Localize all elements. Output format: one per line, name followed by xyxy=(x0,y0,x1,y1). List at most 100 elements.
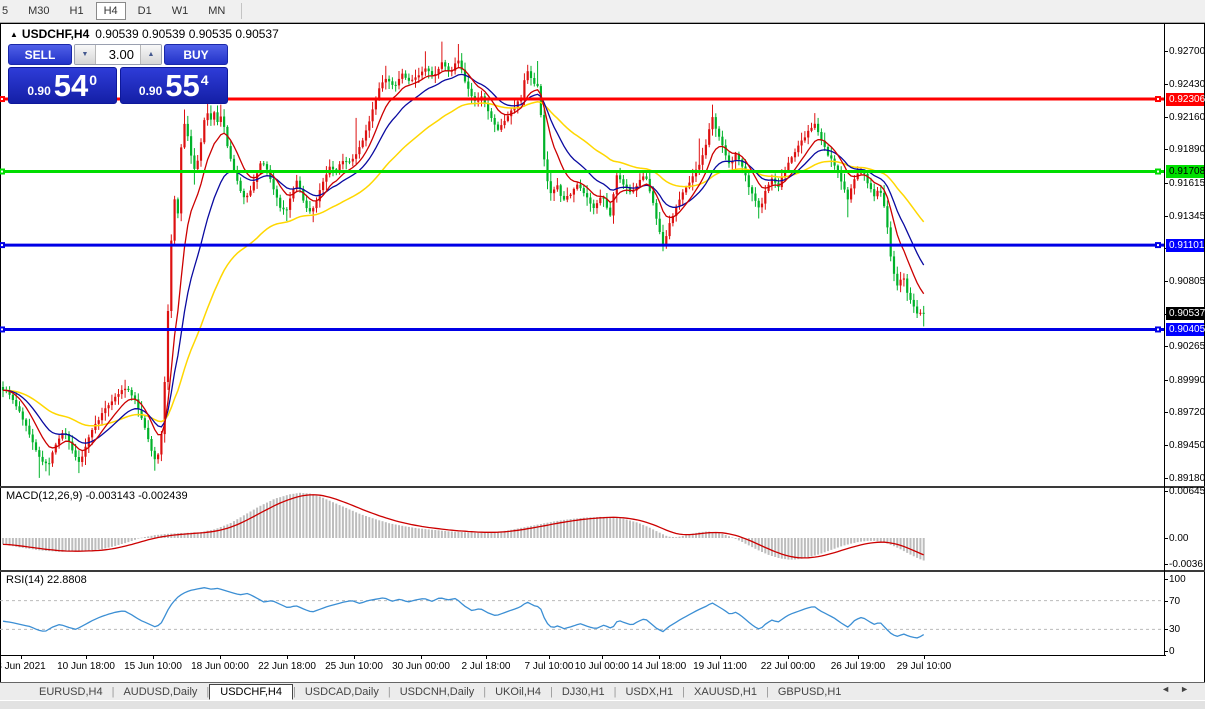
timeframe-button-5[interactable]: 5 xyxy=(0,2,16,20)
price-tick-label: 0.92430 xyxy=(1169,79,1205,90)
buy-button[interactable]: BUY xyxy=(164,44,228,65)
time-axis-tick xyxy=(549,656,550,659)
axis-tick xyxy=(1164,51,1168,52)
axis-tick xyxy=(1164,564,1168,565)
axis-tick xyxy=(1164,149,1168,150)
axis-tick xyxy=(1164,478,1168,479)
chart-tab-xauusd[interactable]: XAUUSD,H1 xyxy=(685,685,766,699)
timeframe-toolbar: 5M30 H1H4D1W1MN xyxy=(0,0,1205,23)
price-tick-label: 0.89180 xyxy=(1169,473,1205,484)
axis-tick xyxy=(1164,579,1168,580)
time-axis-label: 15 Jun 10:00 xyxy=(124,661,182,672)
price-level-badge: 0.91101 xyxy=(1166,239,1204,252)
time-axis-label: 2 Jul 18:00 xyxy=(462,661,511,672)
sell-price-display[interactable]: 0.90 54 0 xyxy=(8,67,117,104)
macd-tick-label: -0.0036 xyxy=(1169,559,1205,570)
axis-tick xyxy=(1164,216,1168,217)
one-click-collapse-icon[interactable]: ▲ xyxy=(10,30,18,39)
axis-tick xyxy=(1164,380,1168,381)
chart-tab-bar: EURUSD,H4|AUDUSD,Daily|USDCHF,H4|USDCAD,… xyxy=(0,682,1205,700)
time-axis-tick xyxy=(421,656,422,659)
time-axis-label: 22 Jun 18:00 xyxy=(258,661,316,672)
time-axis-label: 14 Jul 18:00 xyxy=(632,661,687,672)
axis-tick xyxy=(1164,601,1168,602)
volume-increase-button[interactable]: ▲ xyxy=(140,45,161,64)
chart-tab-usdcad[interactable]: USDCAD,Daily xyxy=(296,685,388,699)
time-axis-tick xyxy=(602,656,603,659)
time-axis-label: 30 Jun 00:00 xyxy=(392,661,450,672)
rsi-label: RSI(14) 22.8808 xyxy=(6,574,87,586)
axis-tick xyxy=(1164,491,1168,492)
time-axis-label: 22 Jul 00:00 xyxy=(761,661,816,672)
axis-tick xyxy=(1164,651,1168,652)
time-axis-label: 29 Jul 10:00 xyxy=(897,661,952,672)
time-axis-label: 25 Jun 10:00 xyxy=(325,661,383,672)
timeframe-button-mn[interactable]: MN xyxy=(200,2,233,20)
rsi-tick-label: 30 xyxy=(1169,624,1205,635)
volume-input[interactable]: 3.00 xyxy=(96,45,140,64)
rsi-tick-label: 0 xyxy=(1169,646,1205,657)
tab-scroll-right-icon[interactable]: ► xyxy=(1180,684,1199,694)
price-tick-label: 0.92160 xyxy=(1169,112,1205,123)
time-axis-tick xyxy=(86,656,87,659)
time-axis-tick xyxy=(287,656,288,659)
chart-title: ▲ USDCHF,H4 0.90539 0.90539 0.90535 0.9053… xyxy=(10,27,279,41)
rsi-tick-label: 70 xyxy=(1169,596,1205,607)
ohlc-values: 0.90539 0.90539 0.90535 0.90537 xyxy=(95,27,279,41)
timeframe-button-w1[interactable]: W1 xyxy=(164,2,197,20)
chart-tab-eurusd[interactable]: EURUSD,H4 xyxy=(30,685,112,699)
axis-tick xyxy=(1164,183,1168,184)
time-axis-label: 10 Jun 18:00 xyxy=(57,661,115,672)
axis-tick xyxy=(1164,445,1168,446)
price-tick-label: 0.91345 xyxy=(1169,211,1205,222)
status-strip xyxy=(0,700,1205,709)
price-level-badge: 0.90405 xyxy=(1166,323,1204,336)
chart-tab-dj30[interactable]: DJ30,H1 xyxy=(553,685,614,699)
time-axis-tick xyxy=(153,656,154,659)
sell-price-prefix: 0.90 xyxy=(27,84,50,98)
buy-price-display[interactable]: 0.90 55 4 xyxy=(120,67,229,104)
buy-price-prefix: 0.90 xyxy=(139,84,162,98)
chart-tab-usdchf[interactable]: USDCHF,H4 xyxy=(209,684,293,700)
volume-decrease-button[interactable]: ▼ xyxy=(75,45,96,64)
chart-tab-usdcnh[interactable]: USDCNH,Daily xyxy=(391,685,484,699)
macd-tick-label: 0.006455 xyxy=(1169,486,1205,497)
chart-tab-audusd[interactable]: AUDUSD,Daily xyxy=(114,685,206,699)
rsi-tick-label: 100 xyxy=(1169,574,1205,585)
toolbar-separator xyxy=(241,3,242,19)
time-axis-tick xyxy=(924,656,925,659)
price-level-badge: 0.91708 xyxy=(1166,165,1204,178)
chart-tab-usdx[interactable]: USDX,H1 xyxy=(616,685,682,699)
rsi-pane[interactable] xyxy=(0,572,1164,656)
axis-tick xyxy=(1164,538,1168,539)
price-tick-label: 0.91890 xyxy=(1169,144,1205,155)
chart-tab-gbpusd[interactable]: GBPUSD,H1 xyxy=(769,685,851,699)
buy-price-pips: 55 xyxy=(165,71,199,101)
timeframe-button-h4[interactable]: H4 xyxy=(96,2,126,20)
chart-tab-ukoil[interactable]: UKOil,H4 xyxy=(486,685,550,699)
axis-tick xyxy=(1164,629,1168,630)
price-level-badge: 0.90537 xyxy=(1166,307,1204,320)
tab-scroll-left-icon[interactable]: ◄ xyxy=(1161,684,1180,694)
sell-button[interactable]: SELL xyxy=(8,44,72,65)
timeframe-button-d1[interactable]: D1 xyxy=(130,2,160,20)
buy-price-point: 4 xyxy=(201,72,209,88)
time-axis-label: 7 Jul 10:00 xyxy=(525,661,574,672)
timeframe-button-h1[interactable]: H1 xyxy=(62,2,92,20)
time-axis-tick xyxy=(354,656,355,659)
axis-tick xyxy=(1164,412,1168,413)
one-click-trade-panel: SELL ▼ 3.00 ▲ BUY 0.90 54 0 0.90 55 4 xyxy=(8,44,228,104)
price-axis-line xyxy=(1164,24,1165,656)
time-axis-label: 18 Jun 00:00 xyxy=(191,661,249,672)
price-tick-label: 0.91615 xyxy=(1169,178,1205,189)
symbol-timeframe-label: USDCHF,H4 xyxy=(22,27,89,41)
price-tick-label: 0.92700 xyxy=(1169,46,1205,57)
time-axis-tick xyxy=(788,656,789,659)
time-axis-tick xyxy=(486,656,487,659)
price-tick-label: 0.89450 xyxy=(1169,440,1205,451)
tab-scroll-arrows: ◄► xyxy=(1161,684,1199,694)
volume-stepper: ▼ 3.00 ▲ xyxy=(74,44,162,65)
time-axis-label: 10 Jul 00:00 xyxy=(575,661,630,672)
price-tick-label: 0.89720 xyxy=(1169,407,1205,418)
timeframe-button-m30[interactable]: M30 xyxy=(20,2,57,20)
